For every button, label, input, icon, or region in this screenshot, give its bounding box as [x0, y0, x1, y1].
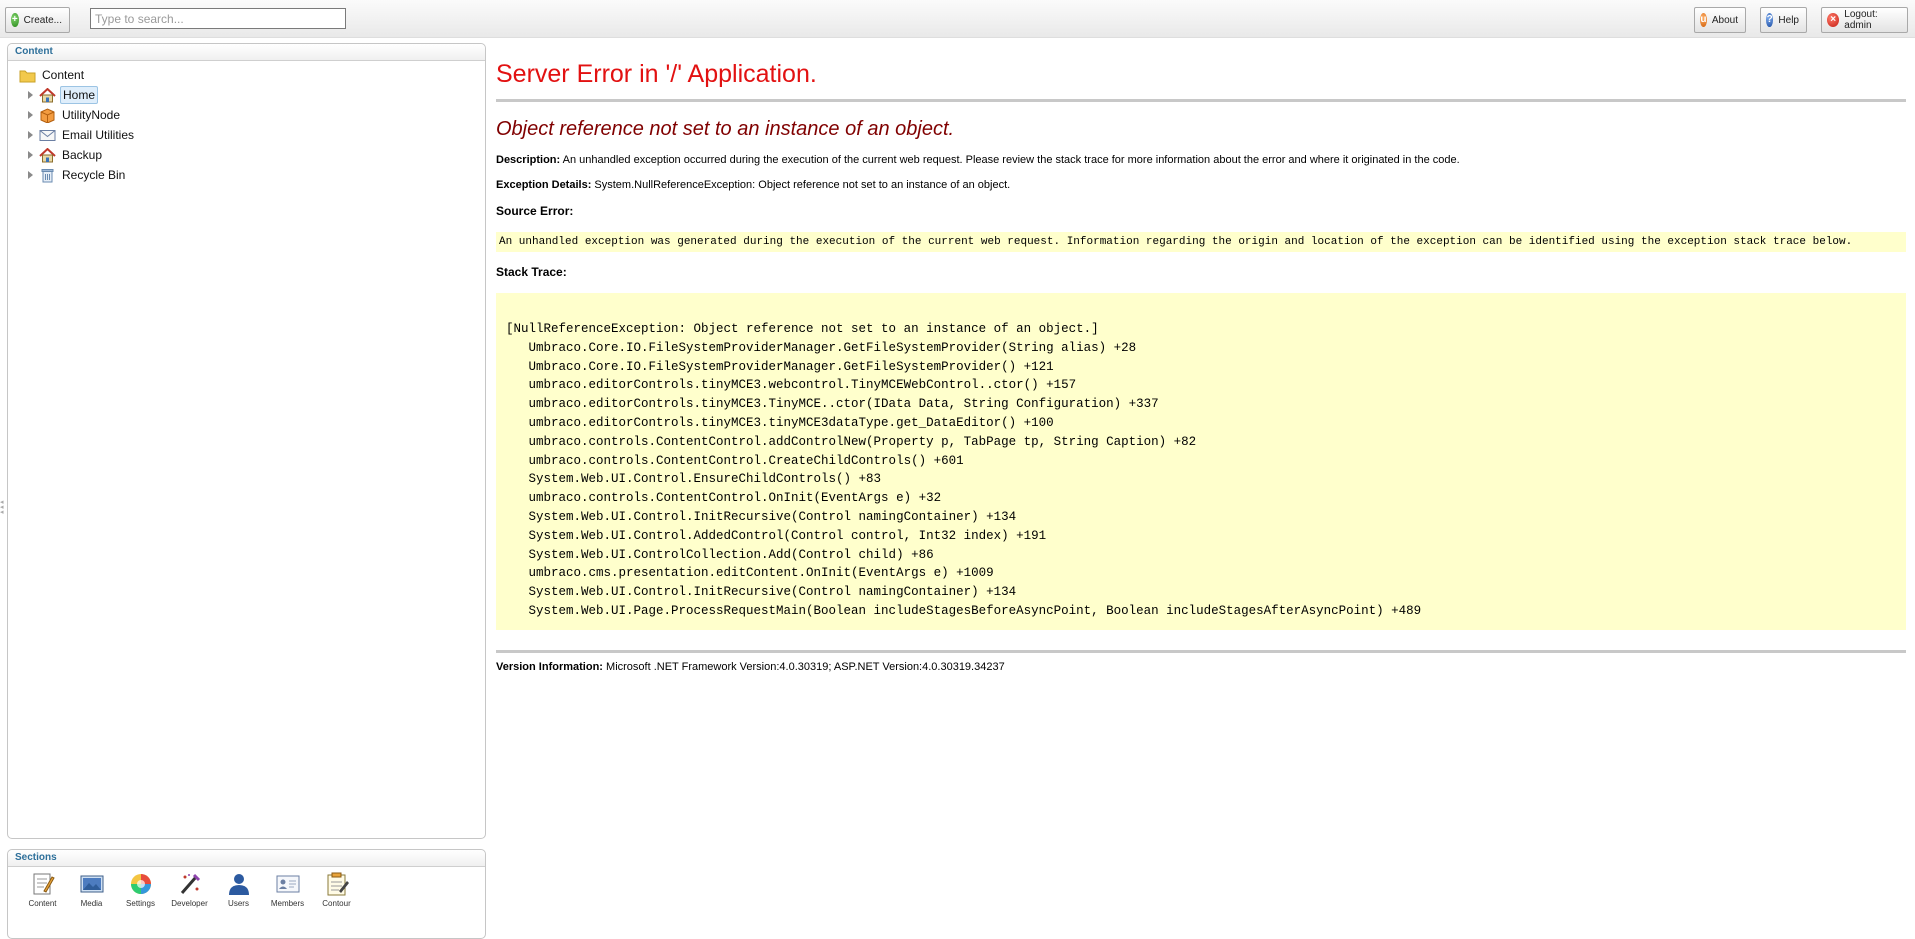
source-error-box: An unhandled exception was generated dur…: [496, 232, 1906, 252]
description-label: Description:: [496, 154, 561, 166]
expand-arrow-icon[interactable]: [26, 110, 36, 120]
section-label: Developer: [171, 899, 208, 908]
members-icon: [276, 875, 299, 893]
search-input[interactable]: [90, 8, 346, 29]
folder-icon: [19, 70, 36, 82]
stack-trace-line: umbraco.cms.presentation.editContent.OnI…: [506, 566, 994, 581]
stack-trace-line: umbraco.editorControls.tinyMCE3.TinyMCE.…: [506, 397, 1159, 412]
section-developer[interactable]: Developer: [165, 871, 214, 908]
content-panel-title: Content: [8, 44, 485, 61]
description-line: Description: An unhandled exception occu…: [496, 154, 1906, 166]
about-icon: u: [1700, 13, 1707, 27]
stack-trace-line: System.Web.UI.Control.AddedControl(Contr…: [506, 528, 1047, 543]
divider: [496, 99, 1906, 102]
recycle-bin-icon: [41, 168, 54, 182]
exception-label: Exception Details:: [496, 179, 592, 191]
expand-arrow-icon[interactable]: [26, 150, 36, 160]
create-button[interactable]: + Create...: [5, 7, 70, 33]
tree-item-home[interactable]: Home: [8, 85, 485, 105]
description-text: An unhandled exception occurred during t…: [560, 154, 1460, 166]
about-button[interactable]: u About: [1694, 7, 1746, 33]
stack-trace-label: Stack Trace:: [496, 265, 567, 279]
stack-trace-line: Umbraco.Core.IO.FileSystemProviderManage…: [506, 340, 1137, 355]
help-button[interactable]: ? Help: [1760, 7, 1807, 33]
expand-arrow-icon[interactable]: [26, 170, 36, 180]
about-button-label: About: [1711, 14, 1738, 26]
plus-icon: +: [11, 13, 19, 27]
section-settings[interactable]: Settings: [116, 871, 165, 908]
exception-text: System.NullReferenceException: Object re…: [591, 179, 1011, 191]
section-label: Media: [80, 899, 103, 908]
sections-panel: Sections Content Media Settings Develope…: [7, 849, 486, 939]
content-tree: Content Home UtilityNode Email Utilities…: [8, 61, 485, 185]
users-icon: [228, 874, 249, 895]
version-label: Version Information:: [496, 661, 603, 673]
logout-button[interactable]: × Logout: admin: [1821, 7, 1908, 33]
section-content[interactable]: Content: [18, 871, 67, 908]
section-label: Contour: [322, 899, 351, 908]
stack-trace-line: umbraco.controls.ContentControl.addContr…: [506, 434, 1197, 449]
stack-trace-line: System.Web.UI.Control.InitRecursive(Cont…: [506, 509, 1017, 524]
panel-splitter-handle[interactable]: ◂ ◂ ◂: [0, 499, 5, 530]
section-contour[interactable]: Contour: [312, 871, 361, 908]
tree-item-label: Backup: [62, 148, 103, 162]
create-button-label: Create...: [23, 14, 62, 26]
error-title: Server Error in '/' Application.: [496, 60, 817, 88]
home-icon: [39, 147, 56, 162]
section-users[interactable]: Users: [214, 871, 263, 908]
stack-trace-line: [NullReferenceException: Object referenc…: [506, 322, 1099, 336]
content-icon: [33, 873, 55, 895]
stack-trace-line: System.Web.UI.Control.InitRecursive(Cont…: [506, 585, 1017, 600]
box-icon: [40, 107, 55, 123]
stack-trace-line: umbraco.editorControls.tinyMCE3.webcontr…: [506, 378, 1077, 393]
media-icon: [80, 875, 103, 893]
expand-arrow-icon[interactable]: [26, 130, 36, 140]
developer-icon: [180, 873, 200, 894]
tree-item-label: Email Utilities: [62, 128, 135, 142]
content-panel: Content Content Home UtilityNode Email U…: [7, 43, 486, 839]
expand-arrow-icon[interactable]: [26, 90, 36, 100]
tree-item-email-utilities[interactable]: Email Utilities: [8, 125, 485, 145]
tree-item-utilitynode[interactable]: UtilityNode: [8, 105, 485, 125]
divider: [496, 650, 1906, 653]
stack-trace-line: Umbraco.Core.IO.FileSystemProviderManage…: [506, 359, 1054, 374]
stack-trace-line: umbraco.controls.ContentControl.OnInit(E…: [506, 491, 942, 506]
stack-trace-line: umbraco.controls.ContentControl.CreateCh…: [506, 453, 964, 468]
help-icon: ?: [1766, 13, 1774, 27]
section-members[interactable]: Members: [263, 871, 312, 908]
settings-icon: [130, 874, 151, 894]
error-message: Object reference not set to an instance …: [496, 118, 955, 140]
stack-trace-line: System.Web.UI.Page.ProcessRequestMain(Bo…: [506, 603, 1422, 618]
error-page: Server Error in '/' Application. Object …: [496, 40, 1906, 673]
help-button-label: Help: [1778, 14, 1799, 26]
top-toolbar: + Create... u About ? Help × Logout: adm…: [0, 0, 1915, 38]
section-label: Users: [228, 899, 249, 908]
section-label: Members: [270, 899, 305, 908]
tree-item-backup[interactable]: Backup: [8, 145, 485, 165]
tree-root-label: Content: [42, 68, 85, 82]
stack-trace-box: [NullReferenceException: Object referenc…: [496, 293, 1906, 630]
section-label: Content: [28, 899, 57, 908]
version-text: Microsoft .NET Framework Version:4.0.303…: [602, 661, 1005, 673]
sections-list: Content Media Settings Developer Users M…: [8, 867, 485, 908]
section-label: Settings: [126, 899, 155, 908]
stack-trace-line: System.Web.UI.ControlCollection.Add(Cont…: [506, 547, 934, 562]
exception-details-line: Exception Details: System.NullReferenceE…: [496, 179, 1906, 191]
stack-trace-line: umbraco.editorControls.tinyMCE3.tinyMCE3…: [506, 415, 1054, 430]
tree-item-label: UtilityNode: [62, 108, 121, 122]
version-information-line: Version Information: Microsoft .NET Fram…: [496, 661, 1906, 673]
home-icon: [39, 87, 56, 102]
source-error-label: Source Error:: [496, 204, 574, 218]
contour-icon: [327, 872, 349, 896]
stack-trace-line: System.Web.UI.Control.EnsureChildControl…: [506, 472, 882, 487]
tree-item-label: Recycle Bin: [62, 168, 126, 182]
tree-root-content[interactable]: Content: [8, 65, 485, 85]
section-media[interactable]: Media: [67, 871, 116, 908]
tree-item-label: Home: [60, 86, 99, 104]
tree-item-recycle-bin[interactable]: Recycle Bin: [8, 165, 485, 185]
logout-button-label: Logout: admin: [1844, 9, 1878, 31]
sections-panel-title: Sections: [8, 850, 485, 867]
envelope-icon: [39, 129, 56, 141]
logout-icon: ×: [1827, 13, 1840, 27]
